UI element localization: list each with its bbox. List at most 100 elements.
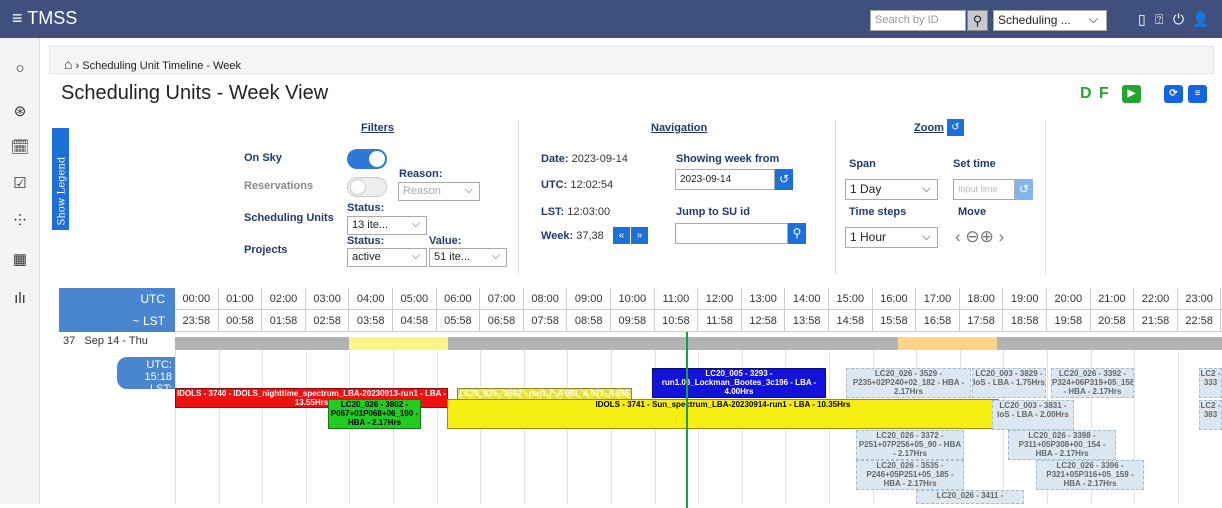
su-status-select[interactable]: 13 ite... ⌵ [347, 216, 427, 235]
reason-label: Reason: [399, 168, 443, 180]
scheduling-unit-bar[interactable]: LC20_026 - 3535 - P246+05P251+05_185 - H… [856, 460, 964, 490]
home-icon[interactable]: ⌂ [64, 56, 72, 72]
dashboard-icon[interactable]: ⊛ [10, 102, 30, 120]
reset-week-icon[interactable]: ↺ [775, 169, 793, 190]
scheduling-unit-bar[interactable]: IDOLS - 3741 - Sun_spectrum_LBA-20230914… [447, 399, 999, 429]
jump-su-input[interactable] [675, 223, 788, 244]
lst-hour-cell: 14:58 [829, 310, 873, 332]
refresh-button-icon[interactable]: ⟳ [1164, 85, 1183, 103]
breadcrumb: ⌂ › Scheduling Unit Timeline - Week [49, 46, 1214, 74]
chevron-down-icon: ⌵ [411, 250, 420, 262]
search-icon[interactable]: ⚲ [967, 10, 988, 31]
reason-select-value: Reason [403, 185, 441, 197]
help-icon[interactable]: ⍰ [1155, 11, 1163, 28]
app-title: TMSS [27, 8, 78, 28]
reset-zoom-icon[interactable]: ↺ [947, 119, 964, 136]
document-icon[interactable]: ▯ [1138, 11, 1146, 28]
schedule-icon[interactable]: ▦ [10, 250, 30, 268]
project-value-select[interactable]: 51 ite... ⌵ [429, 248, 507, 267]
refresh-icon[interactable]: ○ [10, 60, 30, 77]
utc-label: UTC: [541, 179, 568, 191]
lst-hour-cell: 23:58 [175, 310, 219, 332]
span-select[interactable]: 1 Day ⌵ [845, 179, 938, 200]
check-icon[interactable]: ☑ [10, 174, 30, 192]
download-button[interactable]: D [1080, 85, 1092, 103]
user-icon[interactable]: 👤 [1192, 11, 1209, 28]
set-time-input[interactable]: Input time [953, 179, 1015, 200]
utc-hour-cell: 12:00 [698, 288, 742, 310]
lst-hour-cell: 17:58 [960, 310, 1004, 332]
utc-hour-cell: 08:00 [524, 288, 568, 310]
on-sky-toggle[interactable] [347, 149, 387, 169]
bar-chart-icon[interactable]: ılı [10, 290, 30, 307]
lst-hour-cell: 03:58 [349, 310, 393, 332]
calendar-icon[interactable]: 🗓 [10, 138, 30, 156]
hour-gridline [436, 350, 438, 504]
lst-hour-cell: 15:58 [873, 310, 917, 332]
utc-hour-cell: 03:00 [306, 288, 350, 310]
power-icon[interactable]: ⏻ [1173, 11, 1184, 28]
scheduling-unit-bar[interactable]: LC20_026 - 3802 - P067+01P068+06_190 - H… [328, 399, 421, 429]
utc-hour-cell: 14:00 [785, 288, 829, 310]
move-left-icon[interactable]: ‹ [955, 227, 961, 246]
lst-hour-cell: 19:58 [1047, 310, 1091, 332]
next-week-button[interactable]: » [631, 227, 648, 244]
project-status-select[interactable]: active ⌵ [347, 248, 427, 267]
list-icon[interactable]: ≡ [1188, 85, 1207, 103]
prev-week-button[interactable]: « [613, 227, 630, 244]
scheduling-unit-bar[interactable]: LC20_003 - 3831 - IoS - LBA - 2.00Hrs [992, 400, 1074, 430]
chevron-down-icon: ⌵ [491, 250, 500, 262]
utc-hour-cell: 20:00 [1047, 288, 1091, 310]
scheduling-unit-bar[interactable]: LC20_003 - 3829 - IoS - LBA - 1.75Hrs [972, 368, 1046, 398]
scheduling-unit-bar[interactable]: LC2 - 333 [1199, 368, 1222, 398]
hour-gridline [175, 350, 176, 504]
lst-hour-cell: 02:58 [306, 310, 350, 332]
scheduling-unit-bar[interactable]: LC20_026 - 3411 - [916, 490, 1024, 504]
day-label: Sep 14 - Thu [84, 335, 148, 347]
play-icon[interactable]: ▶ [1122, 85, 1141, 103]
reason-select[interactable]: Reason ⌵ [398, 182, 480, 201]
search-input[interactable]: Search by ID [870, 10, 966, 31]
scheduling-unit-bar[interactable]: LC20_026 - 3392 - P324+06P319+05_158 - H… [1051, 368, 1134, 398]
scheduling-unit-bar[interactable]: LC20_026 - 3372 - P251+07P256+05_90 - HB… [856, 430, 964, 460]
lst-hour-cell: 21:58 [1134, 310, 1178, 332]
app-brand[interactable]: ≡ TMSS [12, 8, 77, 29]
lst-hour-cell: 20:58 [1091, 310, 1135, 332]
scheduling-unit-bar[interactable]: LC20_026 - 3396 - P321+05P316+05_159 - H… [1036, 460, 1144, 490]
hierarchy-icon[interactable]: ⸭ [10, 210, 30, 230]
reset-time-icon[interactable]: ↺ [1015, 179, 1033, 200]
utc-hour-cell: 04:00 [349, 288, 393, 310]
time-steps-select[interactable]: 1 Hour ⌵ [845, 227, 938, 248]
utc-hour-cell: 23:00 [1178, 288, 1222, 310]
hour-gridline [305, 350, 307, 504]
filters-title: Filters [361, 122, 395, 134]
time-steps-value: 1 Hour [850, 230, 887, 244]
sidebar: ○ ⊛ 🗓 ☑ ⸭ ▦ ılı [0, 38, 40, 504]
scheduling-unit-bar[interactable]: LC20_005 - 3293 - run1.08_Lockman_Bootes… [652, 368, 826, 398]
zoom-in-icon[interactable]: ⊕ [980, 227, 994, 246]
scheduling-unit-bar[interactable]: LC20_026 - 3529 - P235+02P240+02_182 - H… [846, 368, 971, 398]
utc-hour-cell: 21:00 [1091, 288, 1135, 310]
search-su-icon[interactable]: ⚲ [788, 223, 806, 244]
sky-band [175, 337, 1222, 350]
hamburger-icon[interactable]: ≡ [12, 8, 23, 28]
su-status-value: 13 ite... [352, 219, 389, 231]
lst-hour-cell: 01:58 [262, 310, 306, 332]
zoom-out-icon[interactable]: ⊖ [965, 227, 979, 246]
utc-hour-cell: 22:00 [1134, 288, 1178, 310]
page-title: Scheduling Units - Week View [61, 82, 329, 104]
lst-hour-cell: 16:58 [916, 310, 960, 332]
move-right-icon[interactable]: › [999, 227, 1005, 246]
view-select[interactable]: Scheduling ... ⌵ [993, 10, 1107, 31]
week-from-input[interactable]: 2023-09-14 [675, 169, 775, 190]
project-status-value: active [352, 251, 381, 263]
chevron-down-icon: ⌵ [1088, 12, 1098, 26]
scheduling-unit-bar[interactable]: LC2 - 383 [1199, 400, 1222, 430]
scheduling-unit-bar[interactable]: LC20_026 - 3398 - P311+05P308+00_154 - H… [1008, 430, 1116, 460]
showing-week-label: Showing week from [676, 153, 780, 165]
filter-button[interactable]: F [1099, 85, 1109, 103]
reservations-toggle[interactable] [347, 177, 387, 197]
show-legend-tab[interactable]: Show Legend [52, 128, 69, 230]
zoom-title: Zoom [914, 122, 944, 134]
set-time-label: Set time [953, 158, 996, 170]
